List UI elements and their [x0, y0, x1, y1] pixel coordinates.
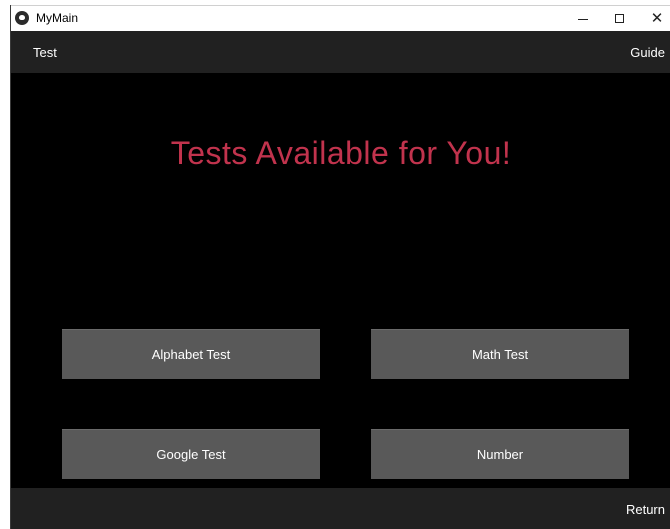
minimize-button[interactable]: [564, 6, 602, 31]
app-logo-icon: [15, 11, 29, 25]
page-title: Tests Available for You!: [170, 135, 512, 171]
app-window: MyMain ✕ Test Guide Tests Available for …: [10, 5, 670, 529]
bottom-action-bar: Return: [11, 488, 670, 529]
close-icon: ✕: [650, 9, 664, 27]
close-button[interactable]: ✕: [638, 6, 670, 31]
top-action-bar: Test Guide: [11, 31, 670, 73]
minimize-icon: [578, 19, 588, 20]
alphabet-test-button[interactable]: Alphabet Test: [62, 329, 320, 379]
math-test-button[interactable]: Math Test: [371, 329, 629, 379]
number-button[interactable]: Number: [371, 429, 629, 479]
window-title: MyMain: [36, 11, 79, 25]
maximize-icon: [615, 14, 624, 23]
test-menu-button[interactable]: Test: [33, 45, 57, 60]
guide-button[interactable]: Guide: [630, 45, 665, 60]
title-bar[interactable]: MyMain ✕: [11, 5, 670, 31]
maximize-button[interactable]: [601, 6, 639, 31]
return-button[interactable]: Return: [626, 502, 665, 517]
google-test-button[interactable]: Google Test: [62, 429, 320, 479]
